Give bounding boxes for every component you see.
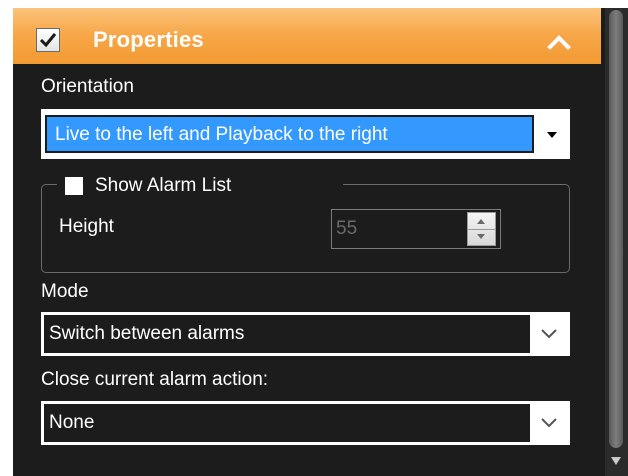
spin-down-icon[interactable]: [475, 233, 487, 241]
dropdown-arrow-icon: [547, 132, 557, 138]
vertical-scrollbar[interactable]: [605, 8, 628, 476]
close-action-value-box: None: [44, 404, 530, 442]
alarm-list-group-legend: Show Alarm List: [57, 172, 343, 198]
orientation-label: Orientation: [41, 76, 134, 97]
close-action-label: Close current alarm action:: [41, 369, 269, 390]
spin-divider: [468, 229, 495, 230]
spin-up-icon[interactable]: [475, 217, 487, 225]
mode-select[interactable]: Switch between alarms: [41, 312, 570, 356]
orientation-select[interactable]: Live to the left and Playback to the rig…: [41, 109, 570, 159]
mode-value-box: Switch between alarms: [44, 315, 530, 353]
checkmark-icon: [39, 33, 57, 48]
height-value: 55: [336, 218, 358, 239]
properties-enable-checkbox[interactable]: [36, 28, 60, 52]
close-action-select[interactable]: None: [41, 401, 570, 445]
properties-window: Properties Orientation Live to the left …: [13, 8, 628, 476]
mode-label: Mode: [41, 281, 89, 302]
scroll-down-arrow-icon[interactable]: [610, 456, 622, 466]
properties-title: Properties: [93, 27, 204, 52]
show-alarm-list-label: Show Alarm List: [95, 175, 232, 196]
height-label: Height: [59, 216, 114, 237]
height-spin-buttons: [467, 212, 496, 246]
height-spinbox[interactable]: 55: [331, 209, 501, 249]
orientation-dropdown-button[interactable]: [538, 115, 566, 153]
properties-header[interactable]: Properties: [13, 8, 601, 64]
chevron-up-icon: [547, 35, 571, 50]
properties-panel: Properties Orientation Live to the left …: [13, 8, 601, 476]
close-action-value-text: None: [49, 412, 95, 433]
orientation-selected-value: Live to the left and Playback to the rig…: [45, 115, 534, 153]
collapse-button[interactable]: [543, 30, 575, 54]
show-alarm-list-checkbox[interactable]: [65, 177, 83, 195]
chevron-down-icon[interactable]: [538, 415, 560, 429]
mode-value-text: Switch between alarms: [49, 323, 245, 344]
orientation-value-text: Live to the left and Playback to the rig…: [55, 124, 388, 145]
chevron-down-icon[interactable]: [538, 326, 560, 340]
scrollbar-thumb[interactable]: [609, 10, 623, 448]
